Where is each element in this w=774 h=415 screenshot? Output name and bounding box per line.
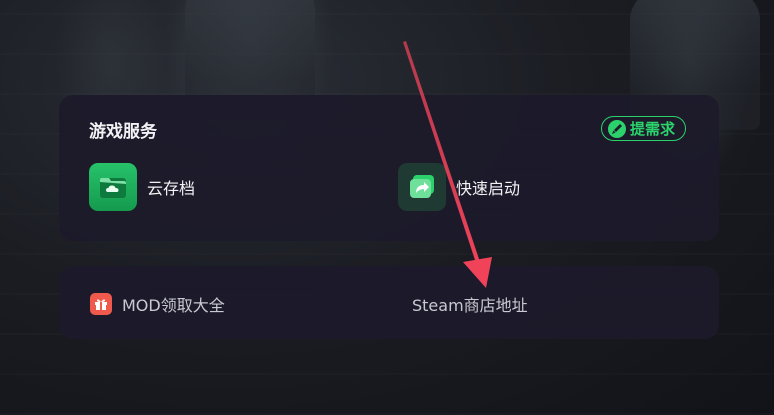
quick-launch-icon (398, 163, 446, 211)
request-feature-label: 提需求 (629, 120, 675, 138)
steam-store-link[interactable]: Steam商店地址 (412, 292, 528, 316)
brush-icon (607, 119, 626, 138)
game-links-panel: MOD领取大全 Steam商店地址 (59, 266, 719, 339)
mod-collection-link[interactable]: MOD领取大全 (90, 292, 225, 316)
quick-launch-button[interactable]: 快速启动 (398, 163, 521, 211)
steam-store-label: Steam商店地址 (412, 296, 528, 315)
panel-title: 游戏服务 (89, 122, 157, 142)
cloud-save-button[interactable]: 云存档 (89, 163, 196, 211)
gift-icon (90, 293, 112, 315)
game-services-panel: 游戏服务 提需求 云存档 快速启动 (59, 95, 719, 241)
mod-collection-label: MOD领取大全 (122, 296, 225, 315)
quick-launch-label: 快速启动 (456, 179, 521, 198)
cloud-save-icon (89, 163, 137, 211)
request-feature-button[interactable]: 提需求 (600, 116, 686, 141)
cloud-save-label: 云存档 (147, 179, 196, 198)
